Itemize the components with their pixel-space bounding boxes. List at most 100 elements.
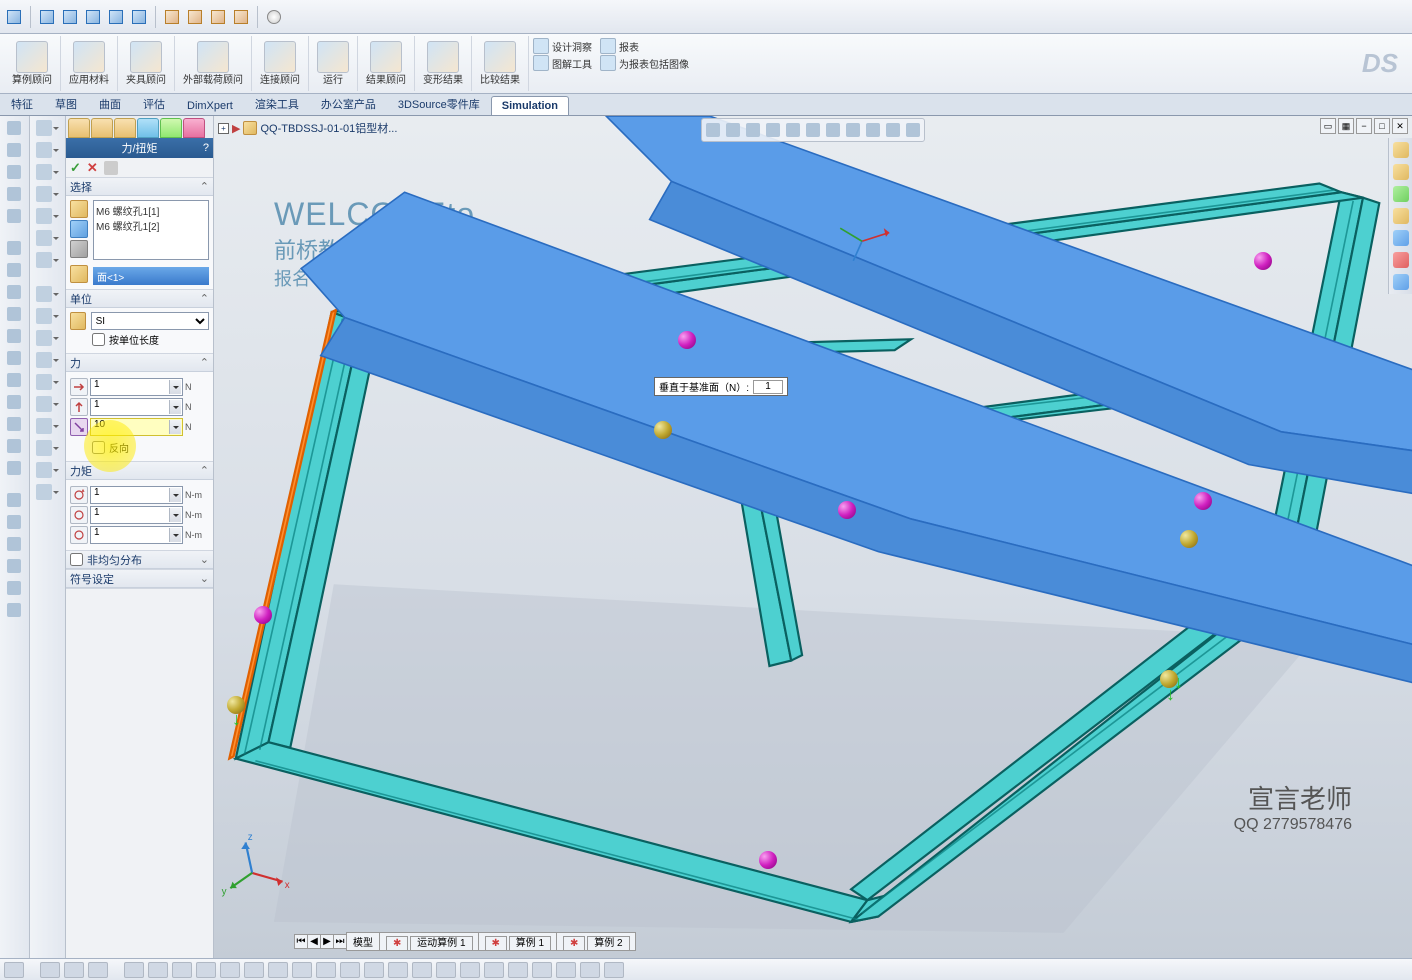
pm-tab-display[interactable] <box>160 118 182 138</box>
rib-compare-result[interactable]: 比较结果 <box>472 36 529 91</box>
vt-btn[interactable] <box>2 304 26 324</box>
rib-report-image[interactable]: 为报表包括图像 <box>600 55 689 71</box>
vt-btn[interactable] <box>2 370 26 390</box>
vt-btn[interactable] <box>2 326 26 346</box>
tab-nav-last[interactable]: ⏭ <box>333 934 347 949</box>
tab-evaluate[interactable]: 评估 <box>132 92 176 115</box>
status-btn[interactable] <box>4 962 24 978</box>
force-x-icon[interactable] <box>70 378 88 396</box>
list-item[interactable]: M6 螺纹孔1[2] <box>96 218 206 233</box>
apply-scene-icon[interactable] <box>864 121 882 139</box>
bottom-tab-study2[interactable]: ✱ 算例 2 <box>556 932 636 951</box>
status-btn[interactable] <box>172 962 192 978</box>
zoom-area-icon[interactable] <box>724 121 742 139</box>
tab-nav-prev[interactable]: ◀ <box>307 934 321 949</box>
viewport-single-icon[interactable]: ▭ <box>1320 118 1336 134</box>
vt2-btn[interactable] <box>31 206 63 226</box>
rt-view-palette[interactable] <box>1391 228 1411 248</box>
vt-btn[interactable] <box>2 162 26 182</box>
view-tan-icon-1[interactable] <box>162 7 182 27</box>
vt-btn[interactable] <box>2 260 26 280</box>
hide-show-icon[interactable] <box>824 121 842 139</box>
status-btn[interactable] <box>556 962 576 978</box>
vt2-btn[interactable] <box>31 140 63 160</box>
prev-view-icon[interactable] <box>744 121 762 139</box>
unit-icon[interactable] <box>70 312 86 330</box>
vt-btn[interactable] <box>2 512 26 532</box>
vt-btn[interactable] <box>2 206 26 226</box>
status-btn[interactable] <box>532 962 552 978</box>
view-cube-icon-4[interactable] <box>106 7 126 27</box>
face-ref-icon[interactable] <box>70 265 88 283</box>
status-btn[interactable] <box>196 962 216 978</box>
pm-tab-property[interactable] <box>91 118 113 138</box>
vt-btn[interactable] <box>2 458 26 478</box>
vt2-btn[interactable] <box>31 184 63 204</box>
rib-load-advisor[interactable]: 外部载荷顾问 <box>175 36 252 91</box>
reverse-checkbox[interactable]: 反向 <box>70 438 209 457</box>
close-icon[interactable]: ✕ <box>1392 118 1408 134</box>
torque-y-icon[interactable] <box>70 506 88 524</box>
pm-sec-h-torque[interactable]: 力矩⌃ <box>66 462 213 480</box>
pm-sec-h-force[interactable]: 力⌃ <box>66 354 213 372</box>
vt-btn[interactable] <box>2 556 26 576</box>
tab-3dsource[interactable]: 3DSource零件库 <box>387 92 491 115</box>
vt-btn[interactable] <box>2 392 26 412</box>
part-name[interactable]: QQ-TBDSSJ-01-01铝型材... <box>260 120 397 136</box>
tooltip-input[interactable] <box>753 380 783 394</box>
zoom-fit-icon[interactable] <box>704 121 722 139</box>
tab-render[interactable]: 渲染工具 <box>244 92 310 115</box>
cancel-button[interactable]: ✕ <box>87 160 98 176</box>
view-orient-icon[interactable] <box>784 121 802 139</box>
status-btn[interactable] <box>220 962 240 978</box>
vt2-btn[interactable] <box>31 482 63 502</box>
select-face-icon[interactable] <box>70 200 88 218</box>
rib-result-advisor[interactable]: 结果顾问 <box>358 36 415 91</box>
view-cube-icon-3[interactable] <box>83 7 103 27</box>
force-z-icon[interactable] <box>70 418 88 436</box>
rt-home[interactable] <box>1391 140 1411 160</box>
tab-surfaces[interactable]: 曲面 <box>88 92 132 115</box>
status-btn[interactable] <box>508 962 528 978</box>
status-btn[interactable] <box>412 962 432 978</box>
tab-dimxpert[interactable]: DimXpert <box>176 96 244 115</box>
rib-study-advisor[interactable]: 算例顾问 <box>4 36 61 91</box>
status-btn[interactable] <box>484 962 504 978</box>
vt-btn[interactable] <box>2 238 26 258</box>
tab-nav-first[interactable]: ⏮ <box>294 934 308 949</box>
view-setting2-icon[interactable] <box>904 121 922 139</box>
vt2-btn[interactable] <box>31 306 63 326</box>
display-style-icon[interactable] <box>804 121 822 139</box>
force-y-icon[interactable] <box>70 398 88 416</box>
face-selection[interactable]: 面<1> <box>93 267 209 285</box>
vt-btn[interactable] <box>2 118 26 138</box>
selection-list[interactable]: M6 螺纹孔1[1] M6 螺纹孔1[2] <box>93 200 209 260</box>
tab-nav-next[interactable]: ▶ <box>320 934 334 949</box>
vt2-btn[interactable] <box>31 416 63 436</box>
vt2-btn[interactable] <box>31 284 63 304</box>
status-btn[interactable] <box>460 962 480 978</box>
measure-icon[interactable] <box>264 7 284 27</box>
tab-sketch[interactable]: 草图 <box>44 92 88 115</box>
vt-btn[interactable] <box>2 578 26 598</box>
pm-sec-h-nonuniform[interactable]: 非均匀分布⌄ <box>66 551 213 569</box>
view-tan-icon-4[interactable] <box>231 7 251 27</box>
view-tan-icon-2[interactable] <box>185 7 205 27</box>
viewport-split-icon[interactable]: ▦ <box>1338 118 1354 134</box>
minimize-icon[interactable]: − <box>1356 118 1372 134</box>
edit-appearance-icon[interactable] <box>844 121 862 139</box>
view-tan-icon-3[interactable] <box>208 7 228 27</box>
vt2-btn[interactable] <box>31 118 63 138</box>
tab-features[interactable]: 特征 <box>0 92 44 115</box>
torque-z-icon[interactable] <box>70 526 88 544</box>
expand-icon[interactable]: + <box>218 123 229 134</box>
vt-btn[interactable] <box>2 348 26 368</box>
status-btn[interactable] <box>604 962 624 978</box>
pm-sec-h-symbol[interactable]: 符号设定⌄ <box>66 570 213 588</box>
vt-btn[interactable] <box>2 414 26 434</box>
status-btn[interactable] <box>436 962 456 978</box>
rib-deform-result[interactable]: 变形结果 <box>415 36 472 91</box>
status-btn[interactable] <box>340 962 360 978</box>
vt2-btn[interactable] <box>31 328 63 348</box>
select-dir-icon[interactable] <box>70 220 88 238</box>
